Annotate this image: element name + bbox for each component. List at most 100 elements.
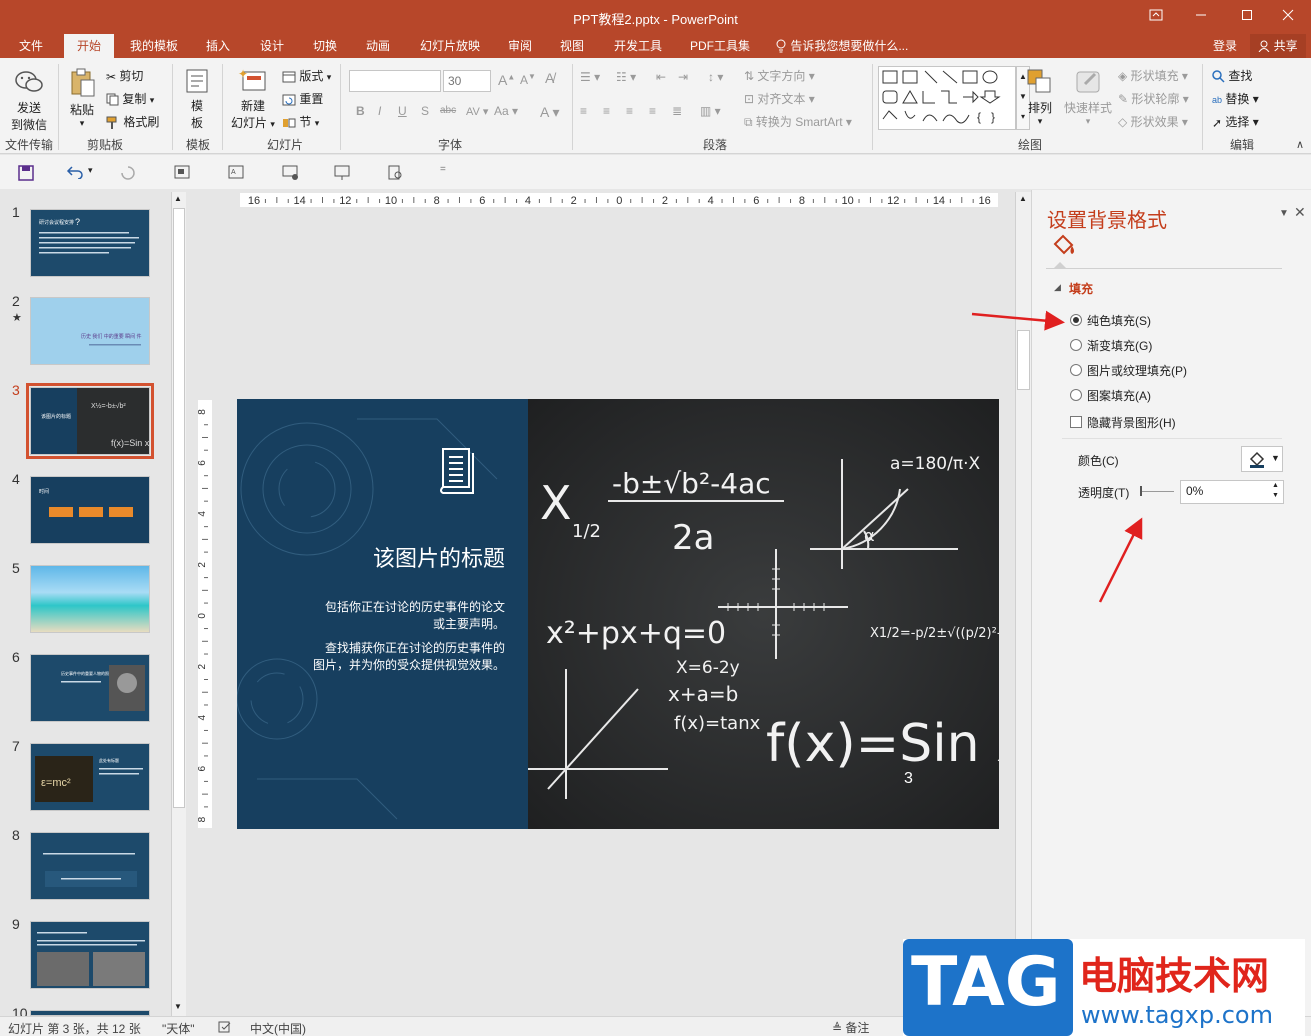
bold-button[interactable]: B (356, 104, 365, 118)
template-button[interactable]: 模 板 (182, 68, 212, 131)
collapse-ribbon-button[interactable]: ∧ (1296, 138, 1304, 151)
tab-transitions[interactable]: 切换 (303, 34, 347, 58)
current-slide[interactable]: 该图片的标题 包括你正在讨论的历史事件的论文 或主要声明。 查找捕获你正在讨论的… (237, 399, 999, 829)
slide-thumb-8[interactable] (30, 832, 150, 900)
transparency-spinner[interactable]: ▲ ▼ (1272, 481, 1279, 501)
tab-design[interactable]: 设计 (250, 34, 294, 58)
grow-font-button[interactable]: A▲ (498, 72, 515, 88)
slide-body-paragraph-1[interactable]: 包括你正在讨论的历史事件的论文 或主要声明。 (237, 599, 505, 633)
slide-thumb-1[interactable]: 研讨会议程安排? (30, 209, 150, 277)
text-box-icon[interactable]: A (228, 165, 244, 181)
tab-insert[interactable]: 插入 (196, 34, 240, 58)
strikethrough-button[interactable]: abc (440, 105, 456, 116)
slide-thumb-6[interactable]: 历史事件中的重要人物的照片 (30, 654, 150, 722)
tab-view[interactable]: 视图 (550, 34, 594, 58)
find-button[interactable]: 查找 (1212, 67, 1252, 84)
italic-button[interactable]: I (378, 104, 381, 118)
replace-button[interactable]: ab 替换 ▾ (1212, 90, 1259, 107)
shape-outline-button[interactable]: ✎ 形状轮廓 ▾ (1118, 90, 1189, 107)
slide-thumb-9[interactable] (30, 921, 150, 989)
thumbnail-scrollbar[interactable]: ▲ ▼ (171, 192, 186, 1016)
scroll-down-arrow[interactable]: ▼ (174, 1002, 182, 1011)
from-beginning-icon[interactable] (174, 165, 190, 181)
clear-format-button[interactable]: A̸ (545, 70, 554, 86)
screen-record-icon[interactable] (282, 165, 300, 181)
justify-button[interactable]: ≡ (649, 104, 656, 118)
numbering-button[interactable]: ☷ ▾ (616, 70, 636, 84)
bullets-button[interactable]: ☰ ▾ (580, 70, 600, 84)
decrease-indent-button[interactable]: ⇤ (656, 70, 666, 84)
thumbnail-scroll-thumb[interactable] (173, 208, 185, 808)
maximize-button[interactable] (1224, 4, 1270, 30)
presenter-icon[interactable] (334, 165, 350, 181)
shape-fill-button[interactable]: ◈ 形状填充 ▾ (1118, 67, 1188, 84)
spellcheck-icon[interactable] (218, 1021, 232, 1033)
redo-icon[interactable] (120, 165, 136, 181)
shadow-button[interactable]: S (421, 104, 429, 118)
shapes-gallery[interactable]: {} (878, 66, 1016, 130)
arrange-button[interactable]: 排列 ▾ (1024, 68, 1056, 127)
editor-scroll-up[interactable]: ▲ (1019, 194, 1027, 203)
reset-button[interactable]: 重置 (282, 90, 323, 107)
customize-qat[interactable]: = (440, 164, 446, 175)
print-preview-icon[interactable] (388, 165, 404, 181)
scroll-up-arrow[interactable]: ▲ (174, 194, 182, 203)
minimize-button[interactable] (1178, 4, 1224, 30)
align-left-button[interactable]: ≡ (580, 104, 587, 118)
send-to-wechat-button[interactable]: 发送 到微信 (8, 68, 50, 133)
slide-thumb-5[interactable] (30, 565, 150, 633)
pane-close-button[interactable]: ✕ (1294, 204, 1306, 221)
underline-button[interactable]: U (398, 104, 407, 118)
tab-pdf-tools[interactable]: PDF工具集 (680, 34, 760, 58)
tab-file[interactable]: 文件 (8, 34, 54, 58)
align-center-button[interactable]: ≡ (603, 104, 610, 118)
section-collapse-arrow[interactable]: ◢ (1054, 282, 1061, 293)
tab-slideshow[interactable]: 幻灯片放映 (410, 34, 490, 58)
tab-my-templates[interactable]: 我的模板 (122, 34, 186, 58)
font-name-box[interactable] (349, 70, 441, 92)
slide-body-paragraph-2[interactable]: 查找捕获你正在讨论的历史事件的 图片，并为你的受众提供视觉效果。 (237, 640, 505, 674)
slide-thumb-4[interactable]: 时间 (30, 476, 150, 544)
tell-me-box[interactable]: 告诉我您想要做什么... (775, 34, 925, 58)
tab-developer[interactable]: 开发工具 (604, 34, 672, 58)
notes-button[interactable]: ≜ 备注 (832, 1019, 869, 1036)
copy-button[interactable]: 复制 ▾ (106, 90, 154, 107)
change-case-button[interactable]: Aa ▾ (494, 104, 518, 118)
format-painter-button[interactable]: 格式刷 (106, 113, 159, 130)
align-right-button[interactable]: ≡ (626, 104, 633, 118)
select-button[interactable]: ➚ 选择 ▾ (1212, 113, 1259, 130)
slide-thumb-7[interactable]: ε=mc² 此处有标题 (30, 743, 150, 811)
slide-thumb-3[interactable]: 该图片的标题 X½=-b±√b² f(x)=Sin x (26, 383, 154, 459)
pane-options-dropdown[interactable]: ▼ (1279, 208, 1289, 219)
tab-review[interactable]: 审阅 (498, 34, 542, 58)
line-spacing-button[interactable]: ↕ ▾ (708, 70, 723, 84)
paste-button[interactable]: 粘贴 ▾ (64, 68, 100, 129)
fill-section-header[interactable]: 填充 (1069, 280, 1093, 297)
slide-thumb-2[interactable]: 历史 我们 中的重要 瞬间 件 (30, 297, 150, 365)
font-size-box[interactable]: 30 (443, 70, 491, 92)
align-text-button[interactable]: ⊡ 对齐文本 ▾ (744, 90, 815, 107)
color-picker-button[interactable]: ▼ (1241, 446, 1283, 472)
shape-effects-button[interactable]: ◇ 形状效果 ▾ (1118, 113, 1188, 130)
increase-indent-button[interactable]: ⇥ (678, 70, 688, 84)
shrink-font-button[interactable]: A▼ (520, 72, 536, 87)
share-button[interactable]: 共享 (1250, 34, 1306, 58)
tab-home[interactable]: 开始 (64, 34, 114, 58)
chalkboard-image[interactable]: X 1/2 -b±√b²-4ac 2a x²+px+q=0 a=180/π·X … (528, 399, 999, 829)
save-icon[interactable] (18, 165, 34, 181)
new-slide-button[interactable]: ✦ 新建 幻灯片 ▾ (228, 67, 278, 131)
cut-button[interactable]: ✂ 剪切 (106, 67, 143, 84)
login-link[interactable]: 登录 (1205, 34, 1245, 58)
columns-button[interactable]: ▥ ▾ (700, 104, 721, 118)
font-color-button[interactable]: A ▾ (540, 104, 559, 121)
text-direction-button[interactable]: ⇅ 文字方向 ▾ (744, 67, 815, 84)
undo-icon[interactable] (66, 165, 84, 179)
distribute-button[interactable]: ≣ (672, 104, 682, 118)
quick-styles-button[interactable]: 快速样式 ▾ (1060, 68, 1116, 127)
transparency-input[interactable]: 0% ▲ ▼ (1180, 480, 1284, 504)
slide-title[interactable]: 该图片的标题 (237, 541, 505, 573)
ribbon-display-options-button[interactable] (1133, 4, 1179, 30)
language-status[interactable]: 中文(中国) (250, 1020, 306, 1036)
section-button[interactable]: 节 ▾ (282, 113, 319, 130)
fill-bucket-icon[interactable] (1050, 232, 1078, 258)
